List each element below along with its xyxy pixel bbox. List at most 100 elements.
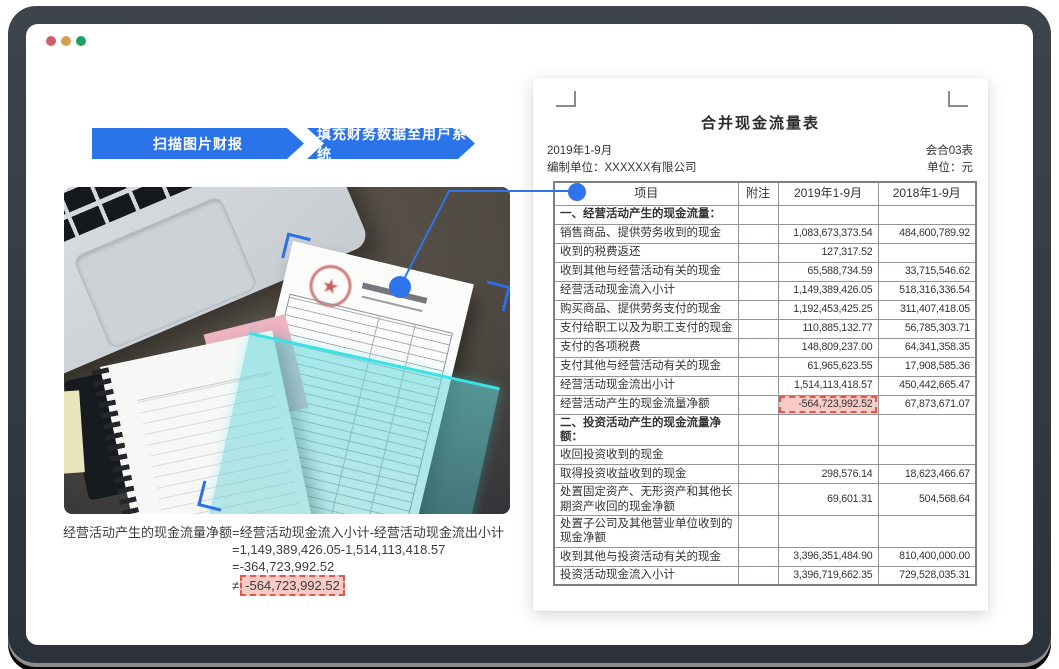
cell-note [738, 566, 778, 585]
col-header-note: 附注 [738, 182, 778, 205]
cell-2018 [878, 446, 976, 465]
table-row: 支付的各项税费 148,809,237.0064,341,358.35 [554, 338, 976, 357]
cell-item: 销售商品、提供劳务收到的现金 [554, 224, 738, 243]
flow-step-fill[interactable]: 填充财务数据至用户系统 [307, 128, 475, 159]
table-row: 收到的税费返还 127,317.52 [554, 243, 976, 262]
cell-2018: 56,785,303.71 [878, 319, 976, 338]
cell-item: 取得投资收益收到的现金 [554, 465, 738, 484]
table-row: 收到其他与经营活动有关的现金65,588,734.5933,715,546.62 [554, 262, 976, 281]
cell-item: 一、经营活动产生的现金流量： [554, 205, 738, 224]
cell-note [738, 338, 778, 357]
cell-item: 投资活动现金流入小计 [554, 566, 738, 585]
cell-2019: 148,809,237.00 [778, 338, 878, 357]
table-row: 收回投资收到的现金 [554, 446, 976, 465]
minimize-button-icon[interactable] [61, 36, 71, 46]
flow-step-scan[interactable]: 扫描图片财报 [92, 128, 304, 159]
crop-mark-icon [556, 91, 576, 107]
cell-2018: 504,568.64 [878, 484, 976, 516]
scan-overlay [209, 332, 500, 514]
cell-2019: 65,588,734.59 [778, 262, 878, 281]
cell-2018: 64,341,358.35 [878, 338, 976, 357]
cell-2018: 518,316,336.54 [878, 281, 976, 300]
cell-item: 收到其他与投资活动有关的现金 [554, 547, 738, 566]
cell-2019: 69,601.31 [778, 484, 878, 516]
cell-2018: 810,400,000.00 [878, 547, 976, 566]
cell-2018 [878, 516, 976, 548]
report-page: 合并现金流量表 2019年1-9月 会合03表 编制单位：XXXXXX有限公司 … [533, 78, 988, 611]
cell-item: 经营活动现金流出小计 [554, 376, 738, 395]
cell-2018 [878, 243, 976, 262]
close-button-icon[interactable] [46, 36, 56, 46]
cell-note [738, 357, 778, 376]
cell-2019: 3,396,719,662.35 [778, 566, 878, 585]
cell-note [738, 395, 778, 414]
cell-2018: 67,873,671.07 [878, 395, 976, 414]
cell-2019: 1,514,113,418.57 [778, 376, 878, 395]
cell-2018: 18,623,466.67 [878, 465, 976, 484]
table-row: 一、经营活动产生的现金流量： [554, 205, 976, 224]
not-equal-sign: ≠ [232, 578, 239, 593]
table-row: 经营活动现金流出小计 1,514,113,418.57450,442,665.47 [554, 376, 976, 395]
cell-item: 二、投资活动产生的现金流量净额： [554, 414, 738, 446]
cell-note [738, 300, 778, 319]
cell-item: 收到的税费返还 [554, 243, 738, 262]
cell-2018 [878, 414, 976, 446]
table-row: 销售商品、提供劳务收到的现金1,083,673,373.54484,600,78… [554, 224, 976, 243]
cell-note [738, 484, 778, 516]
cell-2019: 1,083,673,373.54 [778, 224, 878, 243]
formula-annotation: 经营活动产生的现金流量净额=经营活动现金流入小计-经营活动现金流出小计 =1,1… [63, 524, 513, 596]
window-content: 扫描图片财报 填充财务数据至用户系统 ★ [26, 24, 1033, 645]
table-row: 二、投资活动产生的现金流量净额： [554, 414, 976, 446]
scan-corner-top-right-icon [481, 280, 510, 311]
cell-2019: -564,723,992.52 [778, 395, 878, 414]
table-row: 处置子公司及其他营业单位收到的现金净额 [554, 516, 976, 548]
app-window: 扫描图片财报 填充财务数据至用户系统 ★ [8, 6, 1051, 663]
cell-2018: 311,407,418.05 [878, 300, 976, 319]
report-table-body: 一、经营活动产生的现金流量：销售商品、提供劳务收到的现金 1,083,673,37… [554, 205, 976, 585]
table-row: 取得投资收益收到的现金 298,576.1418,623,466.67 [554, 465, 976, 484]
cell-2019: 1,192,453,425.25 [778, 300, 878, 319]
table-row: 支付给职工以及为职工支付的现金110,885,132.7756,785,303.… [554, 319, 976, 338]
report-period: 2019年1-9月 [547, 142, 612, 158]
formula-line-4: ≠-564,723,992.52 [232, 575, 513, 596]
cell-item: 支付的各项税费 [554, 338, 738, 357]
formula-line-2: =1,149,389,426.05-1,514,113,418.57 [232, 541, 513, 558]
cell-item: 购买商品、提供劳务支付的现金 [554, 300, 738, 319]
table-header-row: 项目 附注 2019年1-9月 2018年1-9月 [554, 182, 976, 205]
table-row: 处置固定资产、无形资产和其他长期资产收回的现金净额 69,601.31504,56… [554, 484, 976, 516]
cell-item: 处置固定资产、无形资产和其他长期资产收回的现金净额 [554, 484, 738, 516]
desk-photo: ★ [64, 187, 510, 514]
cell-2019 [778, 205, 878, 224]
cell-2019: 61,965,623.55 [778, 357, 878, 376]
cell-2019 [778, 446, 878, 465]
cell-note [738, 376, 778, 395]
table-row: 经营活动现金流入小计 1,149,389,426.05518,316,336.54 [554, 281, 976, 300]
cell-2019 [778, 414, 878, 446]
cell-2019: 3,396,351,484.90 [778, 547, 878, 566]
cell-2019: 110,885,132.77 [778, 319, 878, 338]
cell-note [738, 262, 778, 281]
cell-2018: 450,442,665.47 [878, 376, 976, 395]
table-row: 收到其他与投资活动有关的现金 3,396,351,484.90810,400,00… [554, 547, 976, 566]
col-header-2018: 2018年1-9月 [878, 182, 976, 205]
cell-2018 [878, 205, 976, 224]
cell-2018: 17,908,585.36 [878, 357, 976, 376]
cell-note [738, 205, 778, 224]
zoom-button-icon[interactable] [76, 36, 86, 46]
col-header-2019: 2019年1-9月 [778, 182, 878, 205]
cell-2019: 127,317.52 [778, 243, 878, 262]
cell-note [738, 319, 778, 338]
cell-item: 处置子公司及其他营业单位收到的现金净额 [554, 516, 738, 548]
cell-2019: 1,149,389,426.05 [778, 281, 878, 300]
cell-item: 经营活动产生的现金流量净额 [554, 395, 738, 414]
report-sheet-no: 会合03表 [926, 142, 973, 158]
cash-flow-table: 项目 附注 2019年1-9月 2018年1-9月 一、经营活动产生的现金流量：… [553, 181, 977, 586]
document-title-blur [362, 283, 428, 304]
table-row: 经营活动产生的现金流量净额 -564,723,992.5267,873,671.0… [554, 395, 976, 414]
cell-item: 经营活动现金流入小计 [554, 281, 738, 300]
cell-2019: 298,576.14 [778, 465, 878, 484]
report-prepared-by: 编制单位：XXXXXX有限公司 [547, 159, 697, 175]
cell-note [738, 243, 778, 262]
formula-line-3: =-364,723,992.52 [232, 558, 513, 575]
table-row: 支付其他与经营活动有关的现金61,965,623.5517,908,585.36 [554, 357, 976, 376]
